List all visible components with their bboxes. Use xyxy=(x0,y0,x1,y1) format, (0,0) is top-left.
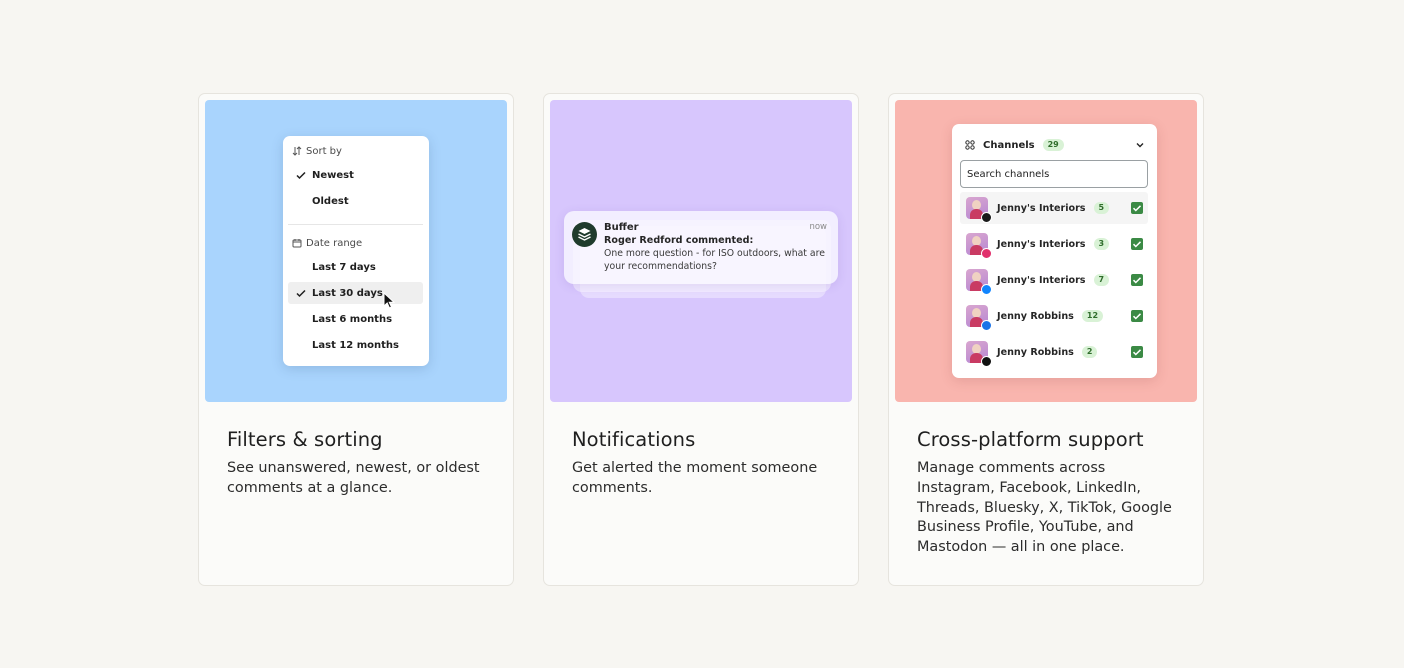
channel-row[interactable]: Jenny's Interiors 3 xyxy=(960,228,1148,260)
card-title: Notifications xyxy=(572,428,696,451)
menu-divider xyxy=(288,224,423,225)
date-range-header: Date range xyxy=(292,236,362,250)
card-description: See unanswered, newest, or oldest commen… xyxy=(227,460,480,496)
checkbox-checked[interactable] xyxy=(1131,274,1143,286)
date-option-12-months[interactable]: Last 12 months xyxy=(288,334,423,356)
bluesky-icon xyxy=(981,284,992,295)
checkbox-checked[interactable] xyxy=(1131,346,1143,358)
notification-author: Roger Redford commented: xyxy=(604,235,754,246)
sort-option-newest[interactable]: Newest xyxy=(288,164,423,186)
channel-row[interactable]: Jenny Robbins 2 xyxy=(960,336,1148,368)
channels-panel: Channels 29 Jenny's Interiors 5 Jenny's … xyxy=(952,124,1157,378)
channel-row[interactable]: Jenny Robbins 12 xyxy=(960,300,1148,332)
date-option-7-days[interactable]: Last 7 days xyxy=(288,256,423,278)
checkbox-checked[interactable] xyxy=(1131,202,1143,214)
card-description: Manage comments across Instagram, Facebo… xyxy=(917,460,1172,556)
channel-count-badge: 7 xyxy=(1093,274,1110,286)
channels-header[interactable]: Channels 29 xyxy=(965,138,1145,152)
sort-dropdown-menu: Sort by Newest Oldest Date range Last 7 … xyxy=(283,136,429,366)
notification-app-name: Buffer xyxy=(604,222,639,233)
sort-by-header: Sort by xyxy=(292,144,342,158)
channel-name: Jenny's Interiors xyxy=(997,202,1086,214)
card-cross-platform: Channels 29 Jenny's Interiors 5 Jenny's … xyxy=(888,93,1204,586)
sort-option-oldest[interactable]: Oldest xyxy=(288,190,423,212)
notifications-illustration: Buffer now Roger Redford commented: One … xyxy=(550,100,852,402)
channels-illustration: Channels 29 Jenny's Interiors 5 Jenny's … xyxy=(895,100,1197,402)
chevron-down-icon[interactable] xyxy=(1135,140,1145,150)
channel-name: Jenny Robbins xyxy=(997,346,1074,358)
buffer-logo-icon xyxy=(572,222,597,247)
date-option-6-months[interactable]: Last 6 months xyxy=(288,308,423,330)
date-option-label: Last 6 months xyxy=(312,313,393,325)
notification-toast[interactable]: Buffer now Roger Redford commented: One … xyxy=(564,211,838,284)
card-title: Cross-platform support xyxy=(917,428,1144,451)
google-business-icon xyxy=(981,320,992,331)
avatar xyxy=(966,341,992,367)
instagram-icon xyxy=(981,248,992,259)
sort-icon xyxy=(292,146,302,156)
date-option-label: Last 12 months xyxy=(312,339,399,351)
channel-count-badge: 5 xyxy=(1093,202,1110,214)
card-title: Filters & sorting xyxy=(227,428,383,451)
date-option-label: Last 30 days xyxy=(312,287,383,299)
notification-time: now xyxy=(809,222,827,232)
card-filters-sorting: Sort by Newest Oldest Date range Last 7 … xyxy=(198,93,514,586)
channel-count-badge: 2 xyxy=(1081,346,1098,358)
channels-count-badge: 29 xyxy=(1042,139,1064,151)
sort-option-label: Newest xyxy=(312,169,354,181)
date-option-30-days[interactable]: Last 30 days xyxy=(288,282,423,304)
card-description: Get alerted the moment someone comments. xyxy=(572,460,818,496)
channel-row[interactable]: Jenny's Interiors 5 xyxy=(960,192,1148,224)
avatar xyxy=(966,233,992,259)
channel-count-badge: 3 xyxy=(1093,238,1110,250)
threads-icon xyxy=(981,212,992,223)
avatar xyxy=(966,305,992,331)
date-option-label: Last 7 days xyxy=(312,261,376,273)
channel-name: Jenny's Interiors xyxy=(997,274,1086,286)
channel-count-badge: 12 xyxy=(1081,310,1104,322)
calendar-icon xyxy=(292,239,302,248)
avatar xyxy=(966,197,992,223)
channels-label: Channels xyxy=(983,139,1035,151)
check-icon xyxy=(296,289,306,298)
avatar xyxy=(966,269,992,295)
sort-option-label: Oldest xyxy=(312,195,349,207)
mouse-pointer-icon xyxy=(383,292,395,309)
channel-name: Jenny's Interiors xyxy=(997,238,1086,250)
x-icon xyxy=(981,356,992,367)
notification-body: One more question - for ISO outdoors, wh… xyxy=(604,248,825,272)
channel-name: Jenny Robbins xyxy=(997,310,1074,322)
search-channels-input[interactable] xyxy=(960,160,1148,188)
checkbox-checked[interactable] xyxy=(1131,238,1143,250)
channel-row[interactable]: Jenny's Interiors 7 xyxy=(960,264,1148,296)
sort-by-label: Sort by xyxy=(306,145,342,157)
checkbox-checked[interactable] xyxy=(1131,310,1143,322)
check-icon xyxy=(296,171,306,180)
date-range-label: Date range xyxy=(306,237,363,249)
channels-grid-icon xyxy=(965,140,975,150)
filters-illustration: Sort by Newest Oldest Date range Last 7 … xyxy=(205,100,507,402)
card-notifications: Buffer now Roger Redford commented: One … xyxy=(543,93,859,586)
